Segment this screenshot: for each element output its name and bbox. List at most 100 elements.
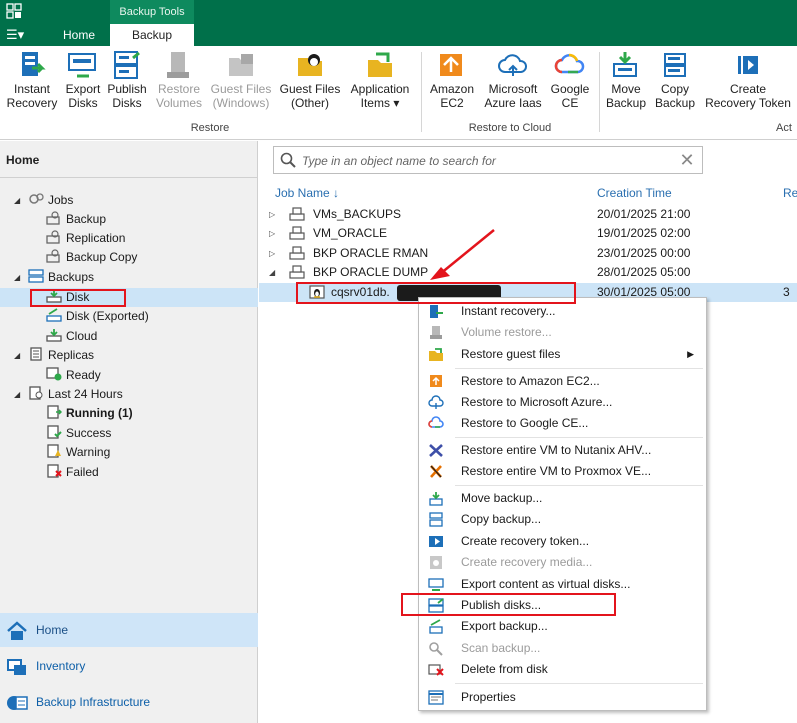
menu-item-create-recovery-media[interactable]: Create recovery media... (419, 552, 706, 573)
tab-backup[interactable]: Backup (110, 24, 194, 46)
copy-backup-button[interactable]: Copy Backup (652, 50, 698, 110)
collapse-arrow-icon[interactable]: ◢ (14, 346, 20, 365)
collapse-arrow-icon[interactable]: ◢ (14, 191, 20, 210)
restore-volumes-button[interactable]: Restore Volumes (152, 50, 206, 110)
running-icon (46, 405, 63, 419)
tree-item-cloud[interactable]: Cloud (46, 327, 97, 346)
tree-item-success[interactable]: Success (46, 424, 111, 443)
menu-item-restore-nutanix-ahv[interactable]: Restore entire VM to Nutanix AHV... (419, 440, 706, 461)
tree-label: Backup (66, 212, 107, 226)
menu-item-scan-backup[interactable]: Scan backup... (419, 638, 706, 659)
nav-inventory-button[interactable]: Inventory (0, 649, 258, 683)
submenu-arrow-icon: ▶ (687, 349, 694, 359)
guest-files-windows-button[interactable]: Guest Files (Windows) (208, 50, 274, 110)
tab-home[interactable]: Home (48, 24, 110, 46)
menu-item-delete-from-disk[interactable]: Delete from disk (419, 659, 706, 680)
tree-item-failed[interactable]: Failed (46, 463, 99, 482)
backup-job-icon (289, 246, 305, 260)
tree-item-running[interactable]: Running (1) (46, 404, 133, 423)
expand-arrow-icon[interactable]: ▷ (269, 244, 275, 263)
restore-points-count: 3 (783, 285, 790, 299)
menu-label: Properties (461, 690, 516, 704)
menu-item-create-recovery-token[interactable]: Create recovery token... (419, 531, 706, 552)
tree-item-replication[interactable]: Replication (46, 229, 125, 248)
tree-item-backups[interactable]: ◢ Backups (14, 268, 94, 287)
replication-job-icon (46, 230, 62, 244)
navigation-pane: Home ◢ Jobs Backup Replication Backup Co… (0, 141, 258, 723)
guest-files-other-label-2: (Other) (290, 96, 329, 110)
warning-icon (46, 444, 62, 458)
restore-volumes-label-1: Restore (157, 82, 201, 96)
tree-item-jobs[interactable]: ◢ Jobs (14, 191, 73, 210)
menu-item-properties[interactable]: Properties (419, 687, 706, 708)
export-disks-button[interactable]: Export Disks (62, 50, 104, 110)
google-ce-button[interactable]: Google CE (546, 50, 594, 110)
application-items-icon (364, 50, 396, 80)
menu-label: Restore to Amazon EC2... (461, 374, 600, 388)
main-menu-button[interactable]: ☰▾ (6, 27, 24, 43)
export-disks-icon (67, 50, 99, 80)
nav-home-button[interactable]: Home (0, 613, 258, 647)
menu-item-restore-guest-files[interactable]: Restore guest files ▶ (419, 344, 706, 365)
collapse-arrow-icon[interactable]: ◢ (14, 385, 20, 404)
tree-label: Last 24 Hours (48, 387, 123, 401)
guest-files-other-button[interactable]: Guest Files (Other) (278, 50, 342, 110)
menu-item-export-content-virtual-disks[interactable]: Export content as virtual disks... (419, 574, 706, 595)
tree-label: Ready (66, 368, 101, 382)
instant-recovery-label-1: Instant (13, 82, 51, 96)
create-recovery-token-button[interactable]: Create Recovery Token (700, 50, 796, 110)
move-backup-button[interactable]: Move Backup (602, 50, 650, 110)
table-row[interactable]: ▷ VM_ORACLE 19/01/2025 02:00 (259, 224, 797, 243)
menu-item-restore-google-ce[interactable]: Restore to Google CE... (419, 413, 706, 434)
clear-search-icon[interactable]: ✕ (678, 151, 696, 169)
menu-item-copy-backup[interactable]: Copy backup... (419, 509, 706, 530)
menu-item-restore-amazon-ec2[interactable]: Restore to Amazon EC2... (419, 371, 706, 392)
backup-tools-header: Backup Tools (110, 0, 194, 24)
tree-item-disk-exported[interactable]: Disk (Exported) (46, 307, 149, 326)
move-backup-icon (610, 50, 642, 80)
table-row[interactable]: ▷ BKP ORACLE RMAN 23/01/2025 00:00 (259, 244, 797, 263)
column-header-restore-points[interactable]: Re (783, 186, 797, 200)
tree-item-warning[interactable]: Warning (46, 443, 110, 462)
search-input[interactable] (302, 152, 672, 169)
menu-item-instant-recovery[interactable]: Instant recovery... (419, 301, 706, 322)
instant-recovery-button[interactable]: Instant Recovery (4, 50, 60, 110)
menu-item-restore-azure[interactable]: Restore to Microsoft Azure... (419, 392, 706, 413)
amazon-ec2-icon (436, 50, 468, 80)
creation-time: 20/01/2025 21:00 (597, 207, 691, 221)
collapse-arrow-icon[interactable]: ◢ (14, 268, 20, 287)
microsoft-azure-button[interactable]: Microsoft Azure Iaas (480, 50, 546, 110)
tree-item-backup[interactable]: Backup (46, 210, 106, 229)
menu-item-move-backup[interactable]: Move backup... (419, 488, 706, 509)
table-row[interactable]: ▷ VMs_BACKUPS 20/01/2025 21:00 (259, 205, 797, 224)
google-cloud-icon (554, 50, 586, 80)
publish-disks-ribbon-button[interactable]: Publish Disks (104, 50, 150, 110)
menu-separator (455, 368, 703, 369)
menu-item-restore-proxmox-ve[interactable]: Restore entire VM to Proxmox VE... (419, 461, 706, 482)
menu-item-export-backup[interactable]: Export backup... (419, 616, 706, 637)
application-items-button[interactable]: Application Items ▾ (344, 50, 416, 110)
menu-item-volume-restore[interactable]: Volume restore... (419, 322, 706, 343)
menu-label: Delete from disk (461, 662, 548, 676)
nav-backup-infrastructure-button[interactable]: Backup Infrastructure (0, 685, 258, 719)
ribbon: Instant Recovery Export Disks Publish Di… (0, 46, 797, 140)
backup-job-icon (289, 226, 305, 240)
collapse-arrow-icon[interactable]: ◢ (269, 263, 275, 282)
amazon-ec2-label-2: EC2 (440, 96, 464, 110)
delete-icon (428, 662, 444, 677)
publish-disks-icon (111, 50, 143, 80)
tree-item-last-24-hours[interactable]: ◢ Last 24 Hours (14, 385, 123, 404)
export-disks-icon (428, 577, 444, 592)
expand-arrow-icon[interactable]: ▷ (269, 205, 275, 224)
expand-arrow-icon[interactable]: ▷ (269, 224, 275, 243)
table-row[interactable]: ◢ BKP ORACLE DUMP 28/01/2025 05:00 (259, 263, 797, 282)
tree-item-ready[interactable]: Ready (46, 366, 101, 385)
column-header-creation-time[interactable]: Creation Time (597, 186, 672, 200)
menu-label: Copy backup... (461, 512, 542, 526)
tree-item-replicas[interactable]: ◢ Replicas (14, 346, 94, 365)
amazon-ec2-button[interactable]: Amazon EC2 (426, 50, 478, 110)
column-header-job-name[interactable]: Job Name ↓ (275, 186, 339, 200)
copy-backup-icon (428, 512, 444, 527)
tree-item-backup-copy[interactable]: Backup Copy (46, 248, 137, 267)
menu-separator (455, 437, 703, 438)
